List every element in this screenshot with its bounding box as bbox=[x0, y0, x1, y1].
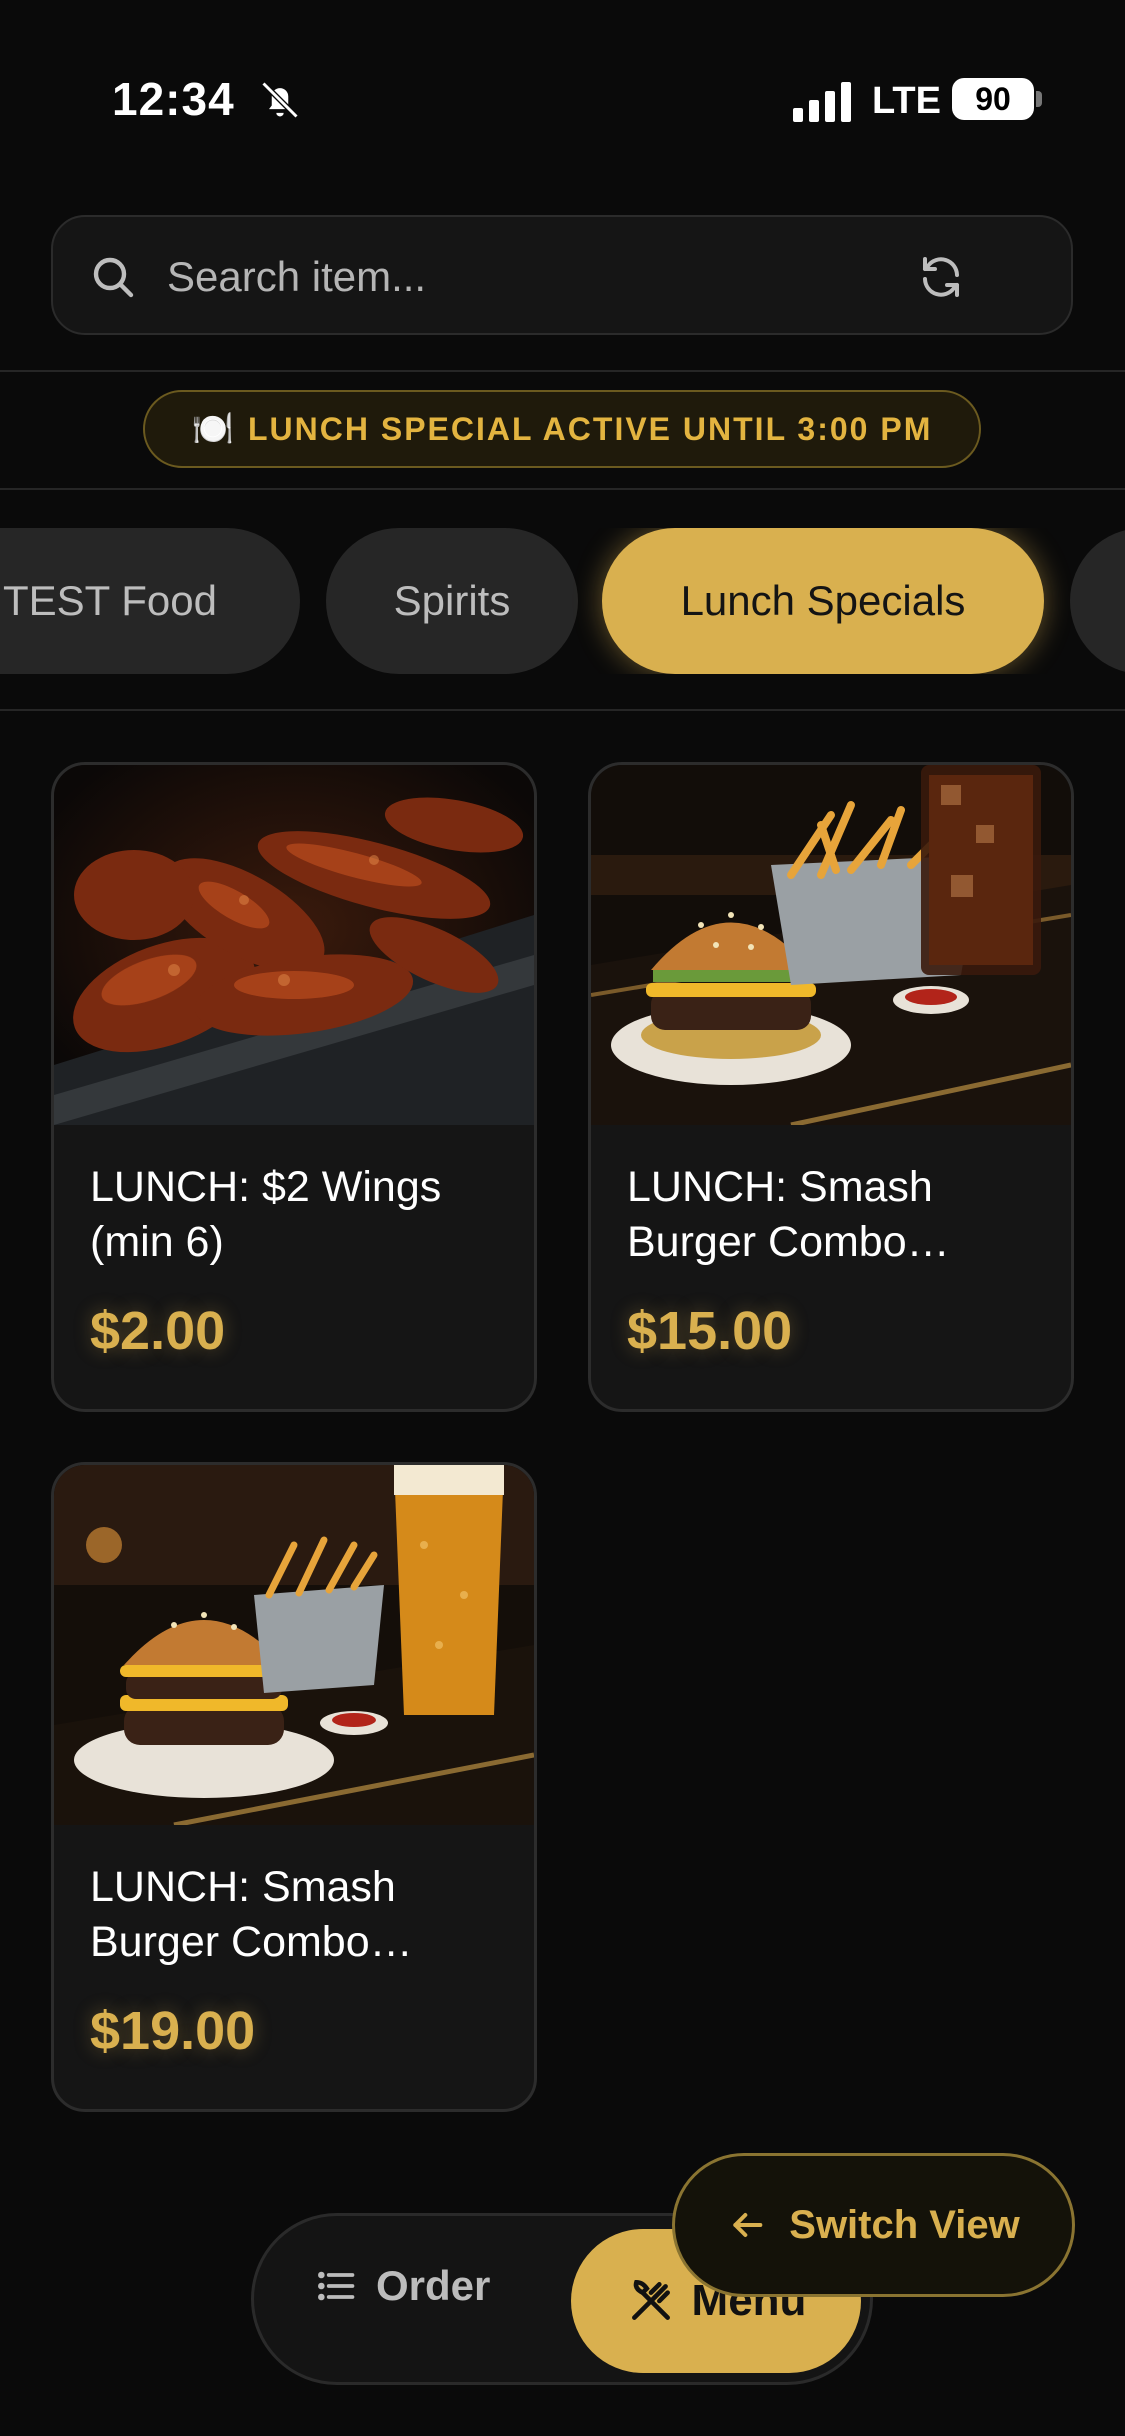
tab-test-food[interactable]: TEST Food bbox=[0, 528, 300, 674]
lunch-special-banner: 🍽️ LUNCH SPECIAL ACTIVE UNTIL 3:00 PM bbox=[143, 390, 981, 468]
nav-order-button[interactable]: Order bbox=[314, 2262, 490, 2310]
utensils-icon bbox=[631, 2279, 670, 2320]
tab-spirits[interactable]: Spirits bbox=[326, 528, 578, 674]
menu-item-card[interactable]: LUNCH: Smash Burger Combo… $15.00 bbox=[588, 762, 1074, 1412]
switch-view-label: Switch View bbox=[789, 2202, 1020, 2247]
status-time: 12:34 bbox=[112, 73, 235, 125]
status-bar: 12:34 LTE 90 bbox=[0, 0, 1125, 150]
battery-nub bbox=[1036, 91, 1042, 107]
item-name: LUNCH: Smash Burger Combo… bbox=[627, 1163, 950, 1266]
item-name: LUNCH: $2 Wings (min 6) bbox=[90, 1163, 442, 1266]
item-name: LUNCH: Smash Burger Combo… bbox=[90, 1863, 413, 1966]
item-price: $19.00 bbox=[90, 2001, 256, 2061]
network-type: LTE bbox=[872, 80, 941, 122]
burger-beer-image bbox=[54, 1465, 534, 1825]
burger-soda-image bbox=[591, 765, 1071, 1125]
wings-image bbox=[54, 765, 534, 1125]
category-tabs: TEST Food Spirits Lunch Specials bbox=[0, 528, 1125, 674]
item-price: $15.00 bbox=[627, 1301, 793, 1361]
menu-item-card[interactable]: LUNCH: Smash Burger Combo… $19.00 bbox=[51, 1462, 537, 2112]
tab-lunch-specials[interactable]: Lunch Specials bbox=[602, 528, 1044, 674]
tab-next[interactable] bbox=[1070, 528, 1125, 674]
search-input[interactable] bbox=[165, 243, 869, 311]
menu-item-card[interactable]: LUNCH: $2 Wings (min 6) $2.00 bbox=[51, 762, 537, 1412]
search-bar[interactable] bbox=[51, 215, 1073, 335]
plate-icon: 🍽️ bbox=[191, 410, 234, 448]
item-price: $2.00 bbox=[90, 1301, 226, 1361]
refresh-icon[interactable] bbox=[917, 253, 965, 301]
divider bbox=[0, 370, 1125, 372]
bell-muted-icon bbox=[261, 81, 299, 119]
arrow-left-icon bbox=[733, 2213, 763, 2237]
list-icon bbox=[318, 2271, 355, 2301]
banner-text: LUNCH SPECIAL ACTIVE UNTIL 3:00 PM bbox=[247, 410, 933, 447]
signal-icon bbox=[793, 82, 851, 122]
divider bbox=[0, 709, 1125, 711]
battery-icon: 90 bbox=[952, 78, 1034, 120]
switch-view-button[interactable]: Switch View bbox=[672, 2153, 1075, 2297]
search-icon bbox=[93, 257, 134, 298]
nav-order-label: Order bbox=[376, 2262, 491, 2309]
divider bbox=[0, 488, 1125, 490]
